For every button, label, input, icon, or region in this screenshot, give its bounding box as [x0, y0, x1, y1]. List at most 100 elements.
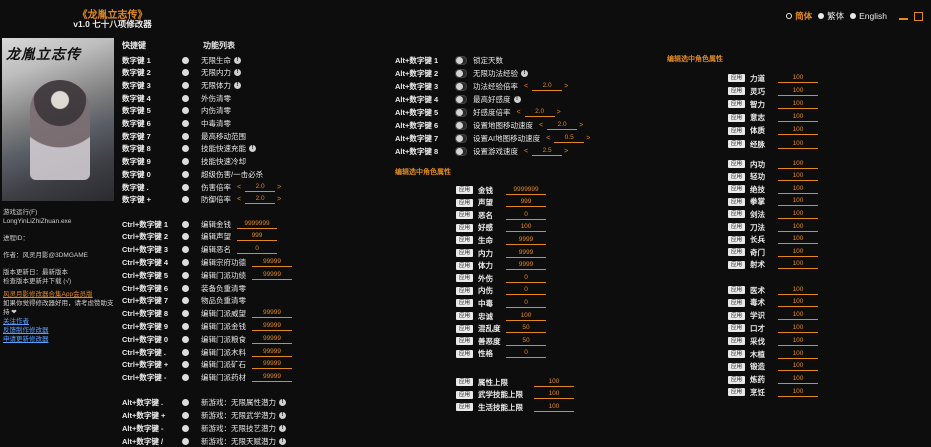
prop-value-input[interactable]: 100	[778, 324, 818, 333]
prop-value-input[interactable]: 100	[778, 87, 818, 96]
increase-arrow-icon[interactable]: >	[277, 196, 281, 203]
apply-button[interactable]: 应用	[456, 261, 473, 270]
cheat-row[interactable]: 数字键 7 最高移动范围	[122, 130, 246, 142]
value-stepper[interactable]: 99999	[246, 309, 292, 319]
toggle-dot[interactable]	[182, 170, 189, 178]
cheat-row[interactable]: 数字键 5 内伤清零	[122, 105, 231, 117]
prop-value-input[interactable]: 100	[506, 223, 546, 233]
cheat-row[interactable]: 数字键 . 伤害倍率 <2.0 >	[122, 181, 283, 193]
value-input[interactable]: 99999	[252, 271, 292, 280]
alt-cheat-row[interactable]: Alt+数字键 2 无限功法经验!	[395, 67, 528, 79]
close-button[interactable]	[914, 11, 923, 21]
value-stepper[interactable]: <2.0 >	[511, 108, 563, 117]
value-input[interactable]: 2.0	[245, 195, 276, 205]
apply-button[interactable]: 应用	[728, 140, 745, 148]
value-stepper[interactable]: <2.0 >	[518, 82, 570, 91]
prop-value-input[interactable]: 0	[506, 211, 546, 220]
prop-value-input[interactable]: 0	[506, 299, 546, 308]
toggle-dot[interactable]	[182, 120, 189, 127]
increase-arrow-icon[interactable]: >	[557, 109, 561, 116]
cheat-row[interactable]: 数字键 2 无限内力!	[122, 67, 241, 79]
follow-author-link[interactable]: 关注作者	[3, 317, 115, 326]
prop-value-input[interactable]: 100	[778, 286, 818, 295]
prop-value-input[interactable]: 100	[778, 185, 818, 194]
value-input[interactable]: 2.0	[547, 121, 578, 130]
value-stepper[interactable]: <2.0 >	[231, 183, 283, 192]
prop-value-input[interactable]: 100	[778, 210, 818, 219]
info-icon[interactable]: !	[279, 424, 286, 432]
prop-value-input[interactable]: 100	[506, 312, 546, 321]
prop-value-input[interactable]: 100	[778, 172, 818, 182]
cheat-row[interactable]: Alt+数字键 - 新游戏：无限技艺潜力!	[122, 422, 286, 434]
value-input[interactable]: 99999	[252, 348, 292, 357]
apply-button[interactable]: 应用	[728, 100, 745, 109]
toggle-dot[interactable]	[182, 81, 189, 89]
value-input[interactable]: 99999	[252, 373, 292, 383]
prop-value-input[interactable]: 100	[778, 298, 818, 308]
prop-value-input[interactable]: 100	[778, 74, 818, 83]
prop-value-input[interactable]: 9999	[506, 261, 546, 271]
toggle-dot[interactable]	[182, 158, 189, 166]
alt-cheat-row[interactable]: Alt+数字键 3 功法经验倍率 <2.0 >	[395, 80, 570, 92]
prop-value-input[interactable]: 100	[778, 160, 818, 169]
cheat-row[interactable]: Ctrl+数字键 4 编辑宗府功德 99999	[122, 256, 292, 268]
value-stepper[interactable]: 99999	[246, 271, 292, 280]
value-stepper[interactable]: 999	[231, 232, 277, 242]
apply-button[interactable]: 应用	[728, 87, 745, 96]
value-input[interactable]: 99999	[252, 309, 292, 319]
value-input[interactable]: 2.5	[532, 147, 563, 156]
apply-button[interactable]: 应用	[728, 74, 745, 82]
feedback-link[interactable]: 反馈制作修改器	[3, 326, 115, 335]
apply-button[interactable]: 应用	[728, 248, 745, 257]
info-icon[interactable]: !	[279, 411, 286, 419]
toggle-dot[interactable]	[182, 233, 189, 241]
cheat-row[interactable]: Ctrl+数字键 5 编辑门派功绩 99999	[122, 269, 292, 281]
toggle-dot[interactable]	[182, 348, 189, 356]
prop-value-input[interactable]: 9999999	[506, 186, 546, 195]
apply-button[interactable]: 应用	[456, 299, 473, 308]
prop-value-input[interactable]: 50	[506, 337, 546, 346]
toggle-dot[interactable]	[182, 310, 189, 318]
cheat-row[interactable]: Ctrl+数字键 7 物品负重清零	[122, 295, 246, 307]
prop-value-input[interactable]: 100	[534, 403, 574, 412]
prop-value-input[interactable]: 9999	[506, 249, 546, 258]
alt-cheat-row[interactable]: Alt+数字键 4 最高好感度!	[395, 93, 521, 105]
value-input[interactable]: 0.5	[554, 134, 585, 143]
apply-button[interactable]: 应用	[728, 337, 745, 346]
apply-button[interactable]: 应用	[456, 286, 473, 295]
cheat-row[interactable]: Ctrl+数字键 - 编辑门派药材 99999	[122, 372, 292, 384]
apply-button[interactable]: 应用	[456, 249, 473, 257]
value-input[interactable]: 0	[237, 245, 277, 255]
alt-cheat-row[interactable]: Alt+数字键 7 设置AI地图移动速度 <0.5 >	[395, 132, 592, 144]
toggle-dot[interactable]	[182, 284, 189, 292]
prop-value-input[interactable]: 100	[778, 248, 818, 257]
prop-value-input[interactable]: 100	[778, 126, 818, 136]
toggle-dot[interactable]	[182, 183, 189, 191]
lang-option-traditional[interactable]: 繁体	[818, 10, 844, 22]
cheat-row[interactable]: 数字键 1 无限生命!	[122, 54, 241, 66]
apply-button[interactable]: 应用	[728, 350, 745, 358]
minimize-button[interactable]	[899, 12, 908, 20]
prop-value-input[interactable]: 100	[534, 390, 574, 400]
apply-button[interactable]: 应用	[728, 197, 745, 206]
apply-button[interactable]: 应用	[456, 198, 473, 207]
toggle-dot[interactable]	[182, 220, 189, 228]
lang-option-english[interactable]: English	[850, 11, 887, 21]
apply-button[interactable]: 应用	[728, 375, 745, 384]
toggle-dot[interactable]	[182, 374, 189, 382]
alt-cheat-row[interactable]: Alt+数字键 6 设置地图移动速度 <2.0 >	[395, 119, 585, 131]
apply-button[interactable]: 应用	[728, 298, 745, 307]
apply-button[interactable]: 应用	[728, 311, 745, 320]
increase-arrow-icon[interactable]: >	[564, 83, 568, 90]
increase-arrow-icon[interactable]: >	[586, 135, 590, 142]
cheat-row[interactable]: Alt+数字键 + 新游戏：无限武学潜力!	[122, 409, 286, 421]
toggle-dot[interactable]	[182, 361, 189, 369]
apply-button[interactable]: 应用	[456, 274, 473, 283]
toggle-dot[interactable]	[182, 335, 189, 343]
value-input[interactable]: 2.0	[524, 108, 555, 117]
request-update-link[interactable]: 申请更新修改器	[3, 335, 115, 344]
prop-value-input[interactable]: 100	[778, 260, 818, 270]
prop-value-input[interactable]: 100	[778, 100, 818, 109]
apply-button[interactable]: 应用	[456, 223, 473, 232]
apply-button[interactable]: 应用	[456, 312, 473, 320]
